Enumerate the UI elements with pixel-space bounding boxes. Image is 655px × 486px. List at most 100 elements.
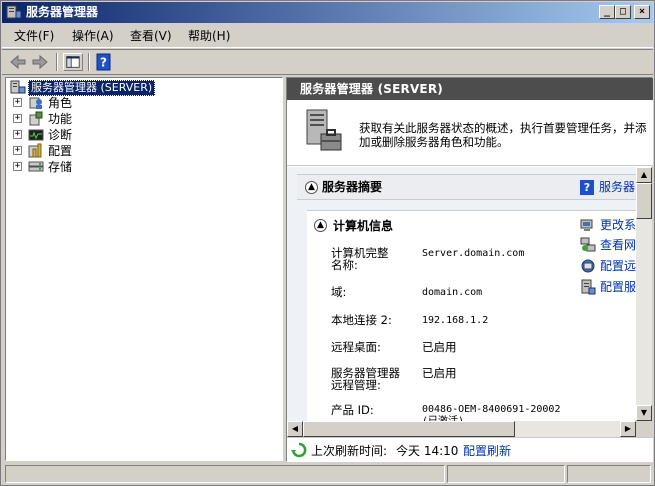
tree-item-diagnostics[interactable]: + 诊断 [6,127,276,143]
task-configure-server[interactable]: 配置服 [580,279,636,295]
configuration-expander[interactable]: + [13,146,22,155]
status-bar [2,463,653,485]
task-view-network[interactable]: 查看网 [580,237,636,253]
server-summary-help-icon[interactable]: ? [580,180,594,195]
status-cell-3 [567,465,651,483]
tree-item-roles[interactable]: + 角色 [6,95,276,111]
vertical-scroll-thumb[interactable] [636,183,652,219]
tree-label-server-manager: 服务器管理器 (SERVER) [28,80,156,96]
tree-label-storage: 存储 [48,160,73,174]
toolbar-separator [56,53,58,71]
view-network-icon [580,237,596,252]
details-header-title: 服务器管理器 (SERVER) [300,82,443,96]
status-cell-1 [5,465,445,483]
prop-value-remote-desktop: 已启用 [422,340,457,354]
details-header: 服务器管理器 (SERVER) [287,78,653,100]
prop-label-remote-management: 服务器管理器远程管理: [331,366,400,392]
prop-label-computer-name: 计算机完整名称: [331,246,389,272]
server-manager-large-icon [306,109,342,151]
refresh-icon [291,442,307,458]
configuration-icon [28,143,42,158]
task-view-network-link[interactable]: 查看网 [600,238,636,252]
configure-server-icon [581,279,596,295]
prop-value-computer-name: Server.domain.com [422,248,525,259]
roles-icon [29,97,42,109]
computer-info-title: 计算机信息 [333,219,394,233]
server-manager-app-icon [6,5,22,19]
refresh-bar: 上次刷新时间: 今天 14:10 配置刷新 [287,437,653,462]
tree-item-server-manager[interactable]: 服务器管理器 (SERVER) [6,79,276,96]
menu-view[interactable]: 查看(V) [130,29,172,43]
task-change-system-link[interactable]: 更改系 [600,218,636,232]
diagnostics-expander[interactable]: + [13,130,22,139]
details-horizontal-scrollbar[interactable]: ◀ ▶ [287,421,636,437]
features-icon [29,111,43,126]
prop-label-product-id: 产品 ID: [331,403,374,417]
tree-label-features: 功能 [48,112,73,126]
configure-refresh-link[interactable]: 配置刷新 [463,444,511,458]
details-pane: 服务器管理器 (SERVER) 获取有关此服务器状态的概述，执行首要管理任务，并… [286,77,653,462]
horizontal-scroll-thumb[interactable] [303,421,515,437]
details-vertical-scrollbar[interactable]: ▲ ▼ [636,167,652,421]
menu-file[interactable]: 文件(F) [14,29,54,43]
window-title: 服务器管理器 [26,5,99,19]
computer-info-tasks: 更改系 查看网 配置远 配置服 [576,211,636,421]
change-system-icon [580,219,593,231]
menu-action[interactable]: 操作(A) [72,29,114,43]
last-refresh-time: 今天 14:10 [396,444,459,458]
tree-label-diagnostics: 诊断 [48,128,73,142]
last-refresh-label: 上次刷新时间: [311,444,388,458]
scroll-right-button[interactable]: ▶ [620,421,636,437]
console-tree[interactable]: 服务器管理器 (SERVER) + 角色 + 功能 + 诊断 + 配置 + 存储 [5,77,283,461]
server-summary-help-link[interactable]: 服务器 [599,180,635,194]
server-summary-bar: ▲ 服务器摘要 ? 服务器 [297,174,636,200]
title-bar[interactable]: 服务器管理器 _ □ × [2,2,653,23]
console-tree-icon[interactable] [63,53,83,71]
computer-info-collapse-button[interactable]: ▲ [314,219,327,232]
summary-scroll-area[interactable]: ▲ 服务器摘要 ? 服务器 ▲ 计算机信息 计算机完整名称: Server.do… [287,167,636,421]
scroll-down-button[interactable]: ▼ [636,405,652,421]
prop-label-domain: 域: [331,285,347,299]
task-configure-server-link[interactable]: 配置服 [600,280,636,294]
server-manager-window: 服务器管理器 _ □ × 文件(F) 操作(A) 查看(V) 帮助(H) ? 服… [0,0,655,486]
features-expander[interactable]: + [13,114,22,123]
tree-label-configuration: 配置 [48,144,73,158]
tree-item-features[interactable]: + 功能 [6,111,276,127]
menu-help[interactable]: 帮助(H) [188,29,230,43]
configure-remote-icon [581,259,595,273]
prop-label-local-connection: 本地连接 2: [331,313,392,327]
maximize-button[interactable]: □ [615,5,631,19]
help-icon[interactable]: ? [94,53,114,71]
prop-label-remote-desktop: 远程桌面: [331,340,381,354]
task-configure-remote[interactable]: 配置远 [580,258,636,274]
storage-expander[interactable]: + [13,162,22,171]
toolbar-separator-2 [88,53,90,71]
scroll-up-button[interactable]: ▲ [636,167,652,183]
intro-text: 获取有关此服务器状态的概述，执行首要管理任务，并添加或删除服务器角色和功能。 [359,121,647,149]
prop-value-local-connection: 192.168.1.2 [422,315,489,326]
back-arrow-icon[interactable] [8,53,28,71]
minimize-button[interactable]: _ [599,5,615,19]
scroll-left-button[interactable]: ◀ [287,421,303,437]
server-manager-icon [10,80,26,94]
roles-expander[interactable]: + [13,98,22,107]
status-cell-2 [447,465,565,483]
prop-value-domain: domain.com [422,287,483,298]
menu-bar: 文件(F) 操作(A) 查看(V) 帮助(H) [2,24,653,48]
scrollbar-corner [636,421,652,437]
server-summary-collapse-button[interactable]: ▲ [305,181,318,194]
tree-item-storage[interactable]: + 存储 [6,159,276,175]
toolbar: ? [2,49,653,75]
tree-label-roles: 角色 [48,96,73,110]
prop-value-product-id: 00486-OEM-8400691-20002 (已激活) [422,404,561,421]
intro-panel: 获取有关此服务器状态的概述，执行首要管理任务，并添加或删除服务器角色和功能。 [287,100,653,166]
server-summary-title: 服务器摘要 [322,180,383,194]
task-change-system[interactable]: 更改系 [580,217,636,233]
storage-icon [28,161,44,172]
forward-arrow-icon[interactable] [30,53,50,71]
diagnostics-icon [28,129,44,141]
prop-value-remote-management: 已启用 [422,366,457,380]
tree-item-configuration[interactable]: + 配置 [6,143,276,159]
close-button[interactable]: × [634,5,650,19]
task-configure-remote-link[interactable]: 配置远 [600,259,636,273]
